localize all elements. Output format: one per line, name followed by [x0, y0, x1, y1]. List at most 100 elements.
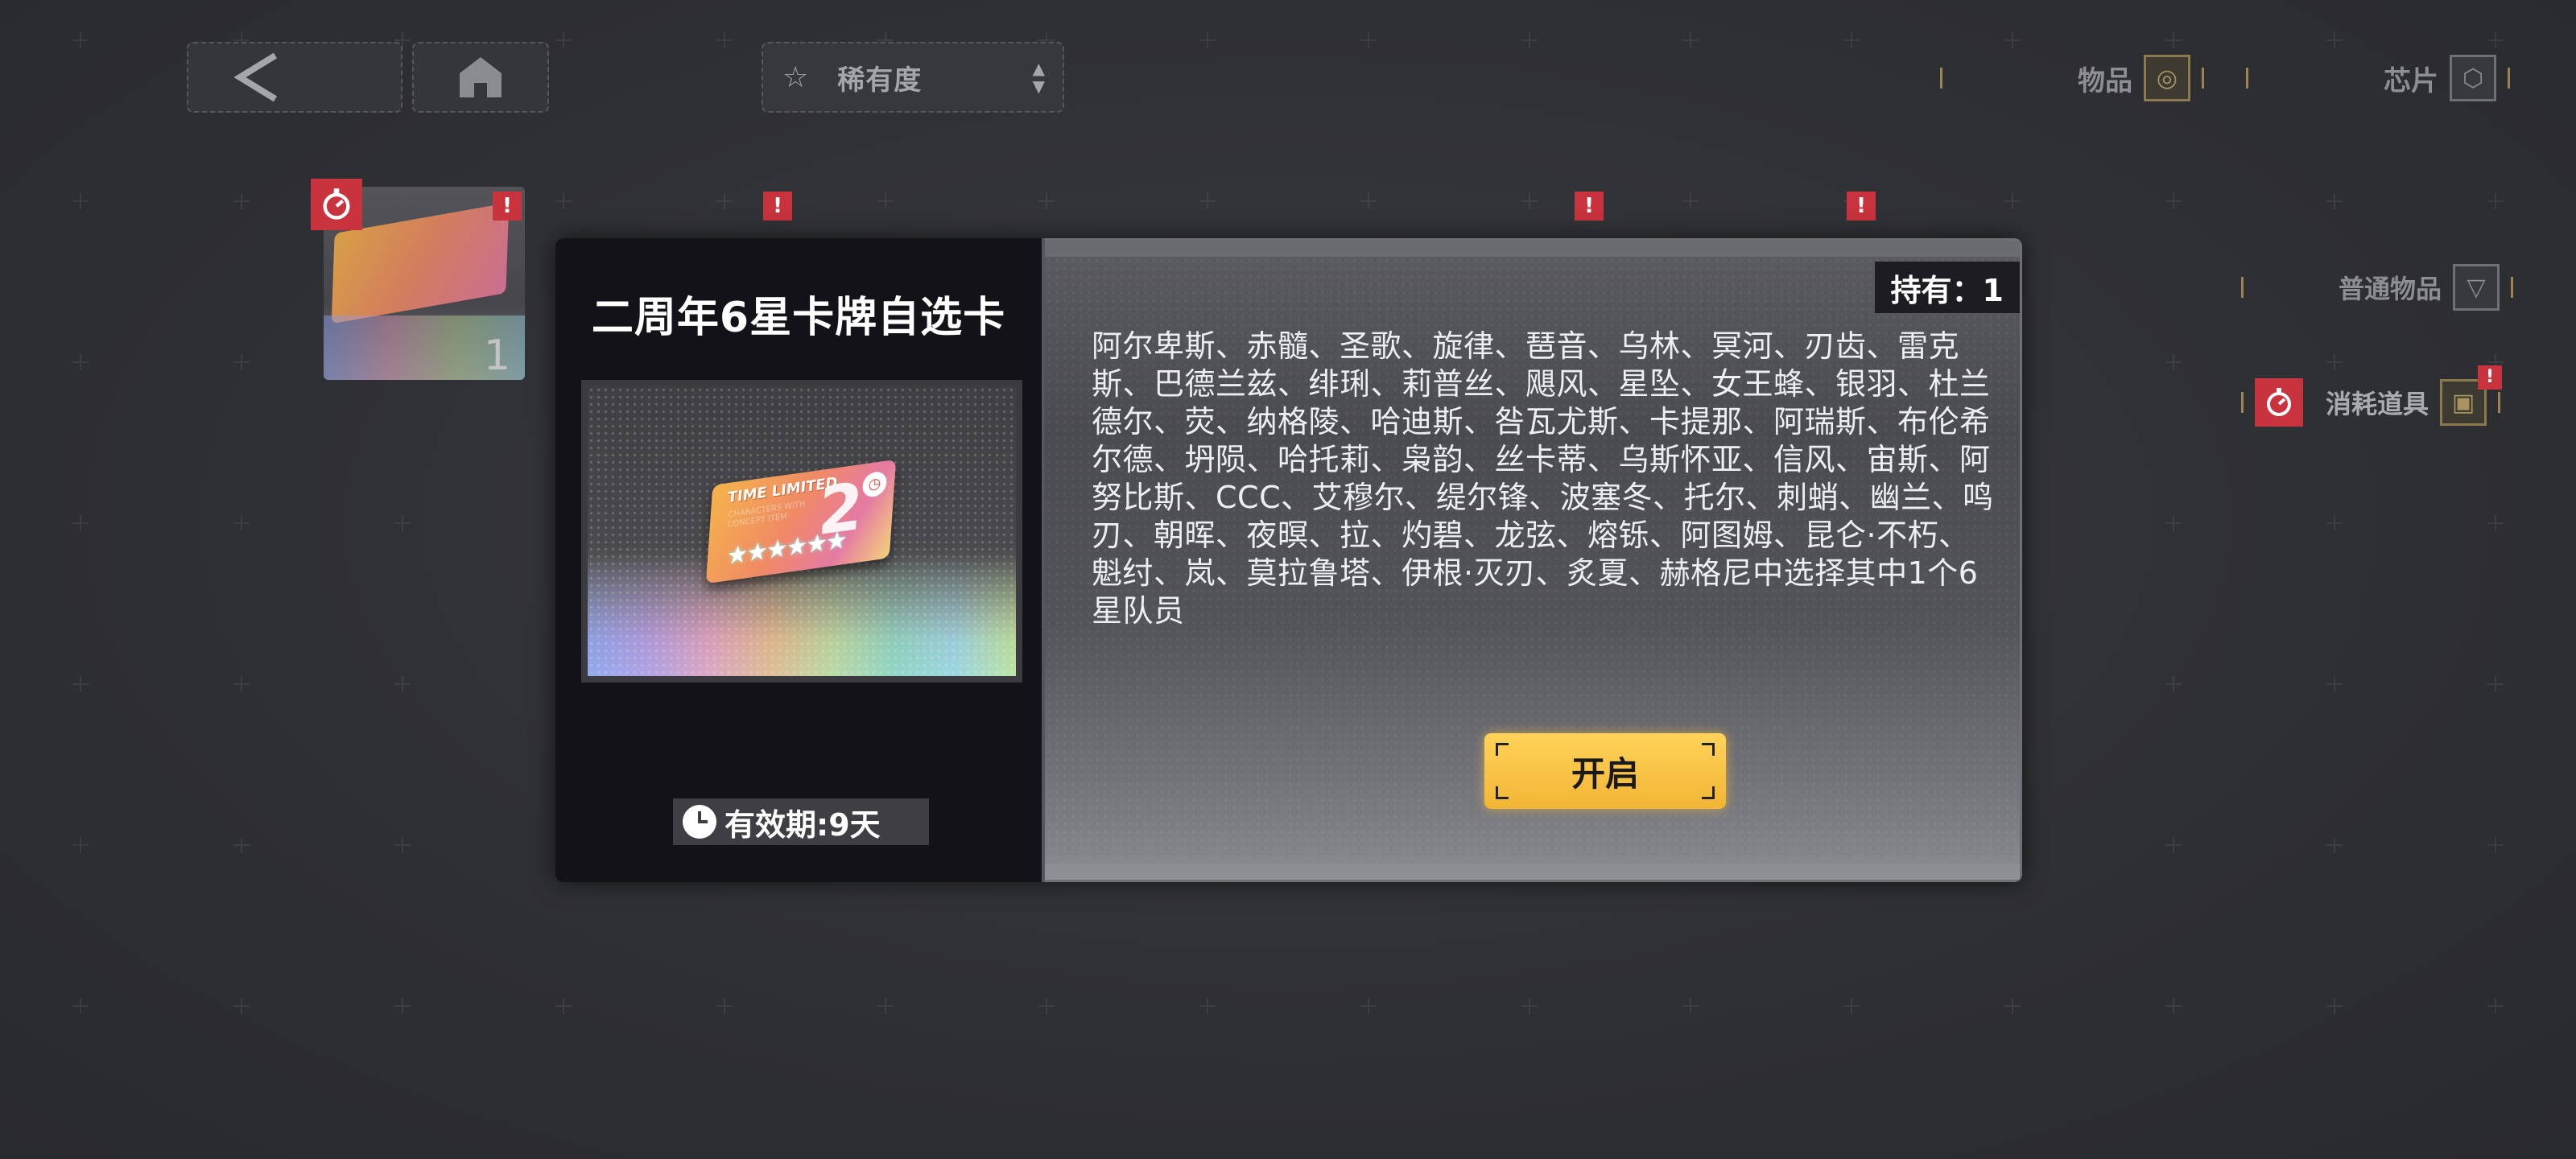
grid-cross	[1038, 193, 1055, 209]
grid-cross	[72, 354, 89, 370]
chevron-left-icon	[233, 52, 278, 102]
grid-cross	[233, 193, 250, 209]
triangle-icon: ▽	[2453, 264, 2500, 311]
grid-cross	[1360, 998, 1377, 1014]
corner-mark	[1702, 786, 1715, 799]
tab-chips-label: 芯片	[2384, 64, 2438, 97]
divider	[2246, 68, 2248, 89]
item-detail-dialog: 二周年6星卡牌自选卡 TIME LIMITED CHARACTERS WITH …	[555, 238, 2022, 882]
grid-cross	[394, 837, 411, 853]
grid-cross	[2165, 354, 2182, 370]
corner-mark	[1702, 743, 1715, 756]
arrow-down-icon: ▼	[1032, 76, 1045, 96]
grid-cross	[2326, 32, 2343, 48]
grid-cross	[2487, 193, 2504, 209]
validity-text: 有效期:9天	[724, 806, 881, 843]
grid-cross	[2165, 193, 2182, 209]
items-icon: ◎	[2144, 55, 2190, 101]
corner-mark	[1496, 743, 1509, 756]
grid-cross	[72, 515, 89, 531]
grid-cross	[716, 998, 733, 1014]
grid-cross	[1199, 193, 1216, 209]
grid-cross	[72, 837, 89, 853]
star-icon: ☆	[782, 60, 809, 94]
grid-cross	[2004, 32, 2021, 48]
grid-cross	[2165, 676, 2182, 692]
sort-order-toggle[interactable]: ▲ ▼	[1033, 60, 1045, 95]
grid-cross	[2487, 515, 2504, 531]
divider	[2498, 392, 2501, 413]
tab-items[interactable]: 物品 ◎	[1940, 55, 2204, 101]
grid-cross	[1199, 32, 1216, 48]
grid-cross	[877, 998, 894, 1014]
divider	[1940, 68, 1942, 89]
grid-cross	[233, 676, 250, 692]
grid-cross	[1843, 998, 1860, 1014]
home-icon	[460, 57, 502, 97]
held-count: 持有：1	[1874, 262, 2020, 313]
divider	[2202, 68, 2204, 89]
grid-cross	[2326, 998, 2343, 1014]
timer-badge-icon	[311, 179, 362, 230]
grid-cross	[555, 193, 572, 209]
tab-consumables[interactable]: 消耗道具 ▣ !	[2241, 365, 2503, 427]
timer-icon	[2255, 378, 2303, 427]
home-button[interactable]	[412, 42, 549, 113]
grid-cross	[2165, 32, 2182, 48]
tab-normal-items-label: 普通物品	[2339, 274, 2442, 304]
grid-cross	[233, 998, 250, 1014]
grid-cross	[1038, 998, 1055, 1014]
chip-icon: ⬡	[2450, 55, 2496, 101]
grid-cross	[555, 32, 572, 48]
grid-cross	[2165, 837, 2182, 853]
grid-cross	[394, 998, 411, 1014]
divider	[2241, 277, 2244, 298]
grid-cross	[1360, 32, 1377, 48]
grid-cross	[1521, 193, 1538, 209]
alert-badge: !	[1575, 192, 1604, 221]
grid-cross	[72, 193, 89, 209]
open-button-label: 开启	[1571, 753, 1639, 794]
item-title: 二周年6星卡牌自选卡	[591, 294, 1006, 342]
grid-cross	[2165, 998, 2182, 1014]
grid-cross	[394, 676, 411, 692]
corner-mark	[1496, 786, 1509, 799]
divider	[2241, 392, 2244, 413]
tab-normal-items[interactable]: 普通物品 ▽	[2241, 264, 2514, 311]
validity-badge: 有效期:9天	[673, 798, 929, 845]
grid-cross	[2487, 32, 2504, 48]
item-detail-left-panel: 二周年6星卡牌自选卡 TIME LIMITED CHARACTERS WITH …	[555, 238, 1045, 882]
grid-cross	[2326, 193, 2343, 209]
grid-cross	[72, 32, 89, 48]
grid-cross	[1682, 193, 1699, 209]
arrow-up-icon: ▲	[1032, 59, 1045, 78]
grid-cross	[716, 32, 733, 48]
box-icon: ▣ !	[2440, 365, 2503, 426]
ticket-logo-icon: ◷	[861, 470, 888, 499]
grid-cross	[233, 354, 250, 370]
grid-cross	[1521, 32, 1538, 48]
alert-badge: !	[1847, 192, 1876, 221]
back-button[interactable]	[187, 42, 402, 113]
alert-badge: !	[2478, 365, 2503, 390]
grid-cross	[877, 193, 894, 209]
tab-consumables-label: 消耗道具	[2326, 389, 2429, 419]
grid-cross	[2487, 998, 2504, 1014]
grid-cross	[2326, 515, 2343, 531]
grid-cross	[1199, 998, 1216, 1014]
item-preview-image: TIME LIMITED CHARACTERS WITH CONCEPT ITE…	[581, 380, 1022, 683]
grid-cross	[1843, 32, 1860, 48]
grid-cross	[233, 837, 250, 853]
sort-rarity-button[interactable]: ☆ 稀有度 ▲ ▼	[762, 42, 1064, 113]
grid-cross	[394, 515, 411, 531]
divider	[2508, 68, 2510, 89]
grid-cross	[1521, 998, 1538, 1014]
panel-bottom-strip	[1045, 864, 2020, 880]
grid-cross	[2487, 837, 2504, 853]
open-button[interactable]: 开启	[1484, 733, 1726, 809]
tab-chips[interactable]: 芯片 ⬡	[2246, 55, 2510, 101]
clock-icon	[683, 805, 716, 839]
grid-cross	[2326, 676, 2343, 692]
grid-cross	[233, 515, 250, 531]
grid-cross	[2326, 354, 2343, 370]
